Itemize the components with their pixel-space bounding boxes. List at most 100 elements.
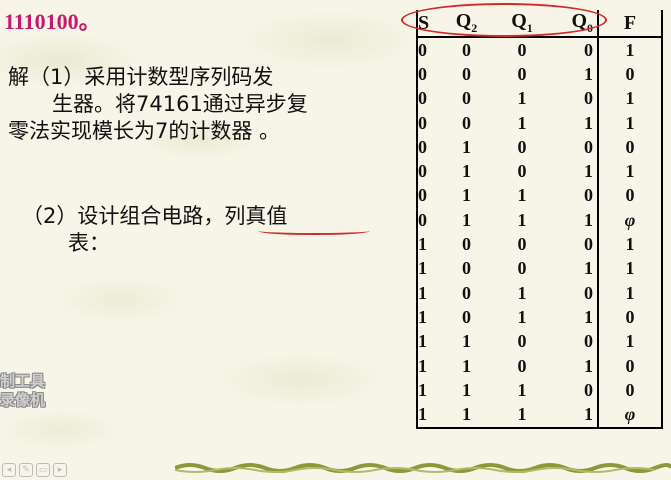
watermark-line-2: 录像机 bbox=[0, 391, 46, 409]
table-row: 00010 bbox=[416, 62, 663, 87]
solution-step-1: 解（1）采用计数型序列码发 生器。将74161通过异步复 零法实现模长为7的计数… bbox=[8, 64, 408, 145]
cell-q0: 1 bbox=[549, 110, 599, 136]
cell-f: 0 bbox=[598, 62, 663, 87]
cell-f: 0 bbox=[598, 183, 663, 209]
watermark-line-1: 制工具 bbox=[0, 372, 46, 390]
header-f: F bbox=[598, 10, 663, 37]
cell-s: 1 bbox=[416, 329, 438, 354]
table-row: 1111φ bbox=[416, 402, 663, 429]
cell-q0: 1 bbox=[549, 208, 599, 233]
cell-s: 0 bbox=[416, 208, 438, 233]
cell-q2: 0 bbox=[462, 112, 471, 133]
cell-f: 0 bbox=[598, 353, 663, 379]
cell-q2: 1 bbox=[462, 136, 471, 157]
cell-s: 0 bbox=[416, 62, 438, 87]
cell-q1: 1 bbox=[517, 209, 527, 230]
cell-s: 0 bbox=[416, 183, 438, 209]
cell-q2: 1 bbox=[462, 161, 471, 182]
cell-q0: 0 bbox=[549, 86, 599, 111]
cell-q0: 1 bbox=[549, 159, 599, 184]
recorder-watermark: 制工具 录像机 bbox=[0, 372, 62, 410]
step-1-line-3: 零法实现模长为7的计数器 。 bbox=[8, 119, 281, 143]
cell-q1: 1 bbox=[495, 402, 549, 429]
step-1-line-2: 生器。将74161通过异步复 bbox=[52, 92, 308, 116]
table-row: 0111φ bbox=[416, 208, 663, 233]
pointer-icon[interactable]: ▭ bbox=[36, 463, 50, 477]
table-row: 00101 bbox=[416, 86, 663, 111]
table-row: 00001 bbox=[416, 37, 663, 63]
sequence-headline: 1110100。 bbox=[4, 9, 101, 34]
cell-q1: 1 bbox=[517, 306, 527, 327]
cell-q0: 0 bbox=[549, 37, 599, 63]
cell-s: 0 bbox=[416, 37, 438, 63]
cell-q1: 0 bbox=[517, 258, 527, 279]
table-row: 11010 bbox=[416, 353, 663, 379]
cell-q0: 0 bbox=[549, 232, 599, 257]
slideshow-toolbar: ◂ ✎ ▭ ▸ bbox=[2, 463, 67, 477]
table-row: 10011 bbox=[416, 256, 663, 281]
cell-f: 0 bbox=[598, 305, 663, 330]
table-row: 01000 bbox=[416, 135, 663, 160]
cell-q0: 1 bbox=[549, 62, 599, 87]
table-row: 10101 bbox=[416, 280, 663, 306]
cell-s: 1 bbox=[416, 402, 438, 429]
cell-q0: 0 bbox=[549, 280, 599, 306]
cell-f: φ bbox=[598, 208, 663, 233]
cell-q1: 1 bbox=[517, 379, 527, 400]
cell-s: 1 bbox=[416, 232, 438, 257]
cell-s: 1 bbox=[416, 378, 438, 403]
cell-s: 0 bbox=[416, 135, 438, 160]
truth-table: S Q2 Q1 Q0 F 000010001000101001110100001… bbox=[416, 10, 663, 429]
cell-f: 1 bbox=[598, 256, 663, 281]
cell-q1: 0 bbox=[517, 161, 527, 182]
cell-q0: 0 bbox=[549, 183, 599, 209]
cell-s: 0 bbox=[416, 110, 438, 136]
table-row: 1 1 1 00 bbox=[416, 378, 663, 403]
next-icon[interactable]: ▸ bbox=[53, 463, 67, 477]
vine-decoration bbox=[175, 463, 671, 473]
table-row: 11001 bbox=[416, 329, 663, 354]
cell-q1: 0 bbox=[517, 39, 527, 60]
cell-f: 1 bbox=[598, 159, 663, 184]
cell-q2: 0 bbox=[462, 39, 471, 60]
prev-icon[interactable]: ◂ bbox=[2, 463, 16, 477]
cell-q0: 1 bbox=[549, 256, 599, 281]
red-underline-annotation bbox=[258, 227, 370, 235]
pen-icon[interactable]: ✎ bbox=[19, 463, 33, 477]
cell-q2: 0 bbox=[462, 63, 471, 84]
cell-q2: 0 bbox=[462, 282, 471, 303]
cell-s: 1 bbox=[416, 305, 438, 330]
cell-f: 1 bbox=[598, 329, 663, 354]
table-row: 00111 bbox=[416, 110, 663, 136]
cell-s: 0 bbox=[416, 159, 438, 184]
cell-q2: 1 bbox=[462, 209, 471, 230]
red-circle-annotation bbox=[401, 3, 607, 37]
cell-f: 1 bbox=[598, 86, 663, 111]
cell-q0: 0 bbox=[549, 378, 599, 403]
cell-q2: 1 bbox=[462, 355, 471, 376]
cell-f: 1 bbox=[598, 110, 663, 136]
cell-q1: 1 bbox=[517, 88, 527, 109]
cell-q2: 1 bbox=[462, 379, 471, 400]
cell-f: 1 bbox=[598, 280, 663, 306]
cell-s: 0 bbox=[416, 86, 438, 111]
cell-q2: 1 bbox=[462, 185, 471, 206]
cell-q0: 1 bbox=[549, 353, 599, 379]
cell-f: 1 bbox=[598, 232, 663, 257]
cell-q1: 1 bbox=[517, 282, 527, 303]
cell-q2: 0 bbox=[462, 88, 471, 109]
table-row: 10110 bbox=[416, 305, 663, 330]
cell-s: 1 bbox=[416, 280, 438, 306]
cell-q2: 1 bbox=[438, 402, 495, 429]
cell-q1: 0 bbox=[517, 331, 527, 352]
cell-f: 1 bbox=[598, 37, 663, 63]
cell-q1: 0 bbox=[517, 136, 527, 157]
cell-q1: 1 bbox=[517, 185, 527, 206]
cell-f: 0 bbox=[598, 135, 663, 160]
cell-q2: 0 bbox=[462, 306, 471, 327]
cell-s: 1 bbox=[416, 353, 438, 379]
step-2-line-1: （2）设计组合电路，列真值 bbox=[22, 204, 288, 228]
cell-s: 1 bbox=[416, 256, 438, 281]
cell-f: 0 bbox=[598, 378, 663, 403]
cell-q0: 1 bbox=[549, 305, 599, 330]
